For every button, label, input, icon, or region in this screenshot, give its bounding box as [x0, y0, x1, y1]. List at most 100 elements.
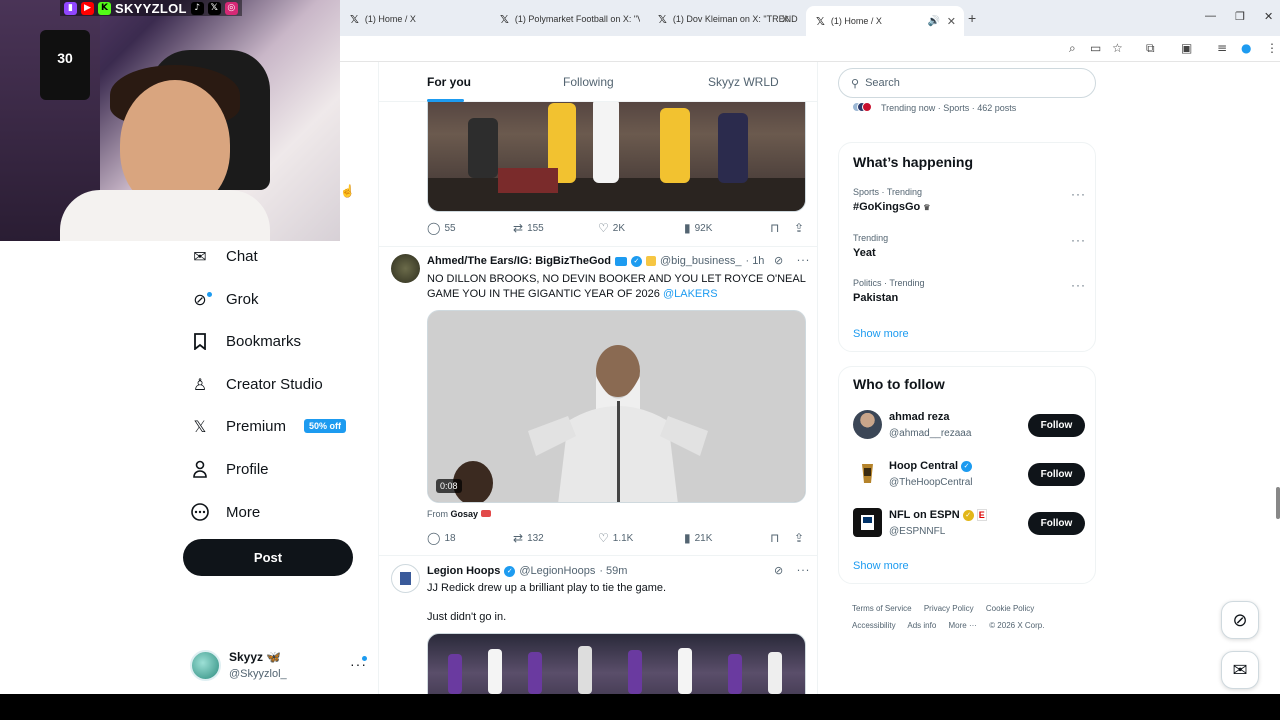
x-logo-icon: 𝕏 [193, 416, 207, 436]
minimize-icon[interactable]: — [1205, 10, 1216, 22]
follow-name-row[interactable]: Hoop Central ✓ [889, 460, 973, 472]
follow-button[interactable]: Follow [1028, 414, 1085, 437]
who-to-follow-card: Who to follow ahmad reza @ahmad__rezaaa … [838, 366, 1096, 584]
reply-button[interactable]: ◯ 18 [427, 531, 456, 545]
browser-tab[interactable]: 𝕏 (1) Home / X [340, 8, 490, 30]
nav-item-creator-studio[interactable]: ♙ Creator Studio [190, 369, 323, 399]
views-button[interactable]: ▮ 92K [684, 221, 712, 235]
twitch-icon: ▮ [64, 1, 77, 15]
bookmark-button[interactable]: ⊓ [770, 221, 779, 235]
tweet-author-handle[interactable]: @LegionHoops [519, 565, 595, 577]
tab-following[interactable]: Following [563, 75, 614, 89]
tweet-time[interactable]: · 1h [745, 255, 764, 267]
speaker-icon[interactable]: 🔊 [928, 16, 940, 27]
trend-name[interactable]: Yeat [853, 247, 876, 259]
account-switcher[interactable]: Skyyz 🦋 @Skyyzlol_ ··· [190, 648, 370, 688]
footer-link[interactable]: Privacy Policy [924, 604, 974, 613]
trending-now-text: Trending now · Sports · 462 posts [881, 103, 1017, 113]
browser-tab[interactable]: 𝕏 (1) Polymarket Football on X: "V [490, 8, 640, 30]
scrollbar-thumb[interactable] [1276, 487, 1280, 519]
extensions-icon[interactable]: ⧉ [1146, 41, 1155, 56]
show-more-link[interactable]: Show more [853, 328, 909, 340]
like-button[interactable]: ♡ 1.1K [598, 531, 633, 545]
nav-item-chat[interactable]: ✉ Chat [190, 241, 257, 271]
trend-name[interactable]: Pakistan [853, 292, 898, 304]
views-button[interactable]: ▮ 21K [684, 531, 712, 545]
new-tab-button[interactable]: + [968, 10, 976, 26]
trending-now-row[interactable]: Trending now · Sports · 462 posts [852, 102, 1016, 114]
tab-for-you[interactable]: For you [427, 75, 471, 89]
nav-item-profile[interactable]: Profile [190, 454, 269, 484]
nav-item-bookmarks[interactable]: Bookmarks [190, 326, 301, 356]
nav-item-grok[interactable]: ⊘ Grok [190, 284, 258, 314]
share-button[interactable]: ⇪ [794, 221, 804, 235]
nav-item-more[interactable]: More [190, 497, 260, 527]
show-more-link[interactable]: Show more [853, 560, 909, 572]
sidepanel-icon[interactable]: ▣ [1181, 41, 1192, 55]
follow-button[interactable]: Follow [1028, 512, 1085, 535]
trend-name[interactable]: #GoKingsGo ♛ [853, 201, 930, 213]
cast-icon[interactable]: ▭ [1090, 41, 1101, 55]
search-input[interactable]: ⚲ Search [838, 68, 1096, 98]
divider [379, 246, 817, 247]
avatar[interactable] [853, 410, 882, 439]
zoom-icon[interactable]: ⌕ [1069, 41, 1076, 56]
post-button[interactable]: Post [183, 539, 353, 576]
profile-icon[interactable]: ● [1241, 41, 1251, 55]
mention-link[interactable]: @LAKERS [663, 288, 718, 300]
close-window-icon[interactable]: ✕ [1264, 10, 1273, 23]
browser-tab-active[interactable]: 𝕏 (1) Home / X 🔊 ✕ [806, 6, 964, 36]
footer-link[interactable]: Cookie Policy [986, 604, 1034, 613]
avatar[interactable] [391, 254, 420, 283]
bookmark-button[interactable]: ⊓ [770, 531, 779, 545]
tweet-author-handle[interactable]: @big_business_ [660, 255, 742, 267]
nav-item-premium[interactable]: 𝕏 Premium 50% off [190, 411, 347, 441]
close-icon[interactable]: ✕ [947, 15, 956, 28]
footer-link[interactable]: Accessibility [852, 621, 896, 630]
grok-floating-button[interactable]: ⊘ [1221, 601, 1259, 639]
nav-label: Bookmarks [226, 332, 302, 350]
flag-icon [614, 256, 627, 266]
avatar[interactable] [853, 459, 882, 488]
menu-icon[interactable]: ⋮ [1266, 41, 1278, 55]
avatar[interactable] [853, 508, 882, 537]
crown-icon: ♛ [923, 203, 931, 212]
video-duration: 0:08 [436, 479, 462, 493]
repost-button[interactable]: ⇄ 132 [513, 531, 544, 545]
restore-icon[interactable]: ❐ [1235, 10, 1245, 23]
reply-button[interactable]: ◯ 55 [427, 221, 456, 235]
source-name[interactable]: Gosay [451, 509, 479, 519]
avatar[interactable] [391, 564, 420, 593]
follow-name-row[interactable]: NFL on ESPN ✓ E [889, 509, 987, 521]
close-icon[interactable]: ✕ [781, 13, 790, 26]
more-icon[interactable]: ··· [1071, 278, 1086, 292]
tweet-image[interactable] [427, 633, 806, 694]
grok-icon[interactable]: ⊘ [774, 254, 784, 267]
star-icon[interactable]: ☆ [1112, 41, 1123, 55]
tweet-time[interactable]: · 59m [599, 565, 627, 577]
follow-name[interactable]: ahmad reza [889, 411, 950, 423]
footer-link[interactable]: More ··· [949, 621, 977, 630]
footer-link[interactable]: Terms of Service [852, 604, 912, 613]
repost-icon: ⇄ [513, 221, 524, 235]
trend-meta: Politics · Trending [853, 278, 925, 288]
more-icon[interactable]: ··· [1071, 233, 1086, 247]
like-button[interactable]: ♡ 2K [598, 221, 625, 235]
repost-button[interactable]: ⇄ 155 [513, 221, 544, 235]
follow-button[interactable]: Follow [1028, 463, 1085, 486]
more-icon[interactable]: ··· [797, 254, 811, 267]
browser-tab[interactable]: 𝕏 (1) Dov Kleiman on X: "TRENDI ✕ [648, 8, 798, 30]
messages-floating-button[interactable]: ✉ [1221, 651, 1259, 689]
more-icon[interactable]: ··· [797, 564, 811, 577]
grok-icon[interactable]: ⊘ [774, 564, 784, 577]
mail-icon: ✉ [193, 246, 207, 266]
more-icon[interactable]: ··· [1071, 187, 1086, 201]
share-button[interactable]: ⇪ [794, 531, 804, 545]
tweet-author-name[interactable]: Legion Hoops [427, 565, 500, 577]
media-icon[interactable]: ≡ [1217, 41, 1227, 55]
x-logo-icon: 𝕏 [350, 12, 359, 26]
footer-link[interactable]: Ads info [907, 621, 936, 630]
tab-skyyz-wrld[interactable]: Skyyz WRLD [708, 75, 779, 89]
tweet-author-name[interactable]: Ahmed/The Ears/IG: BigBizTheGod [427, 255, 611, 267]
tweet-video[interactable]: 0:08 [427, 310, 806, 503]
